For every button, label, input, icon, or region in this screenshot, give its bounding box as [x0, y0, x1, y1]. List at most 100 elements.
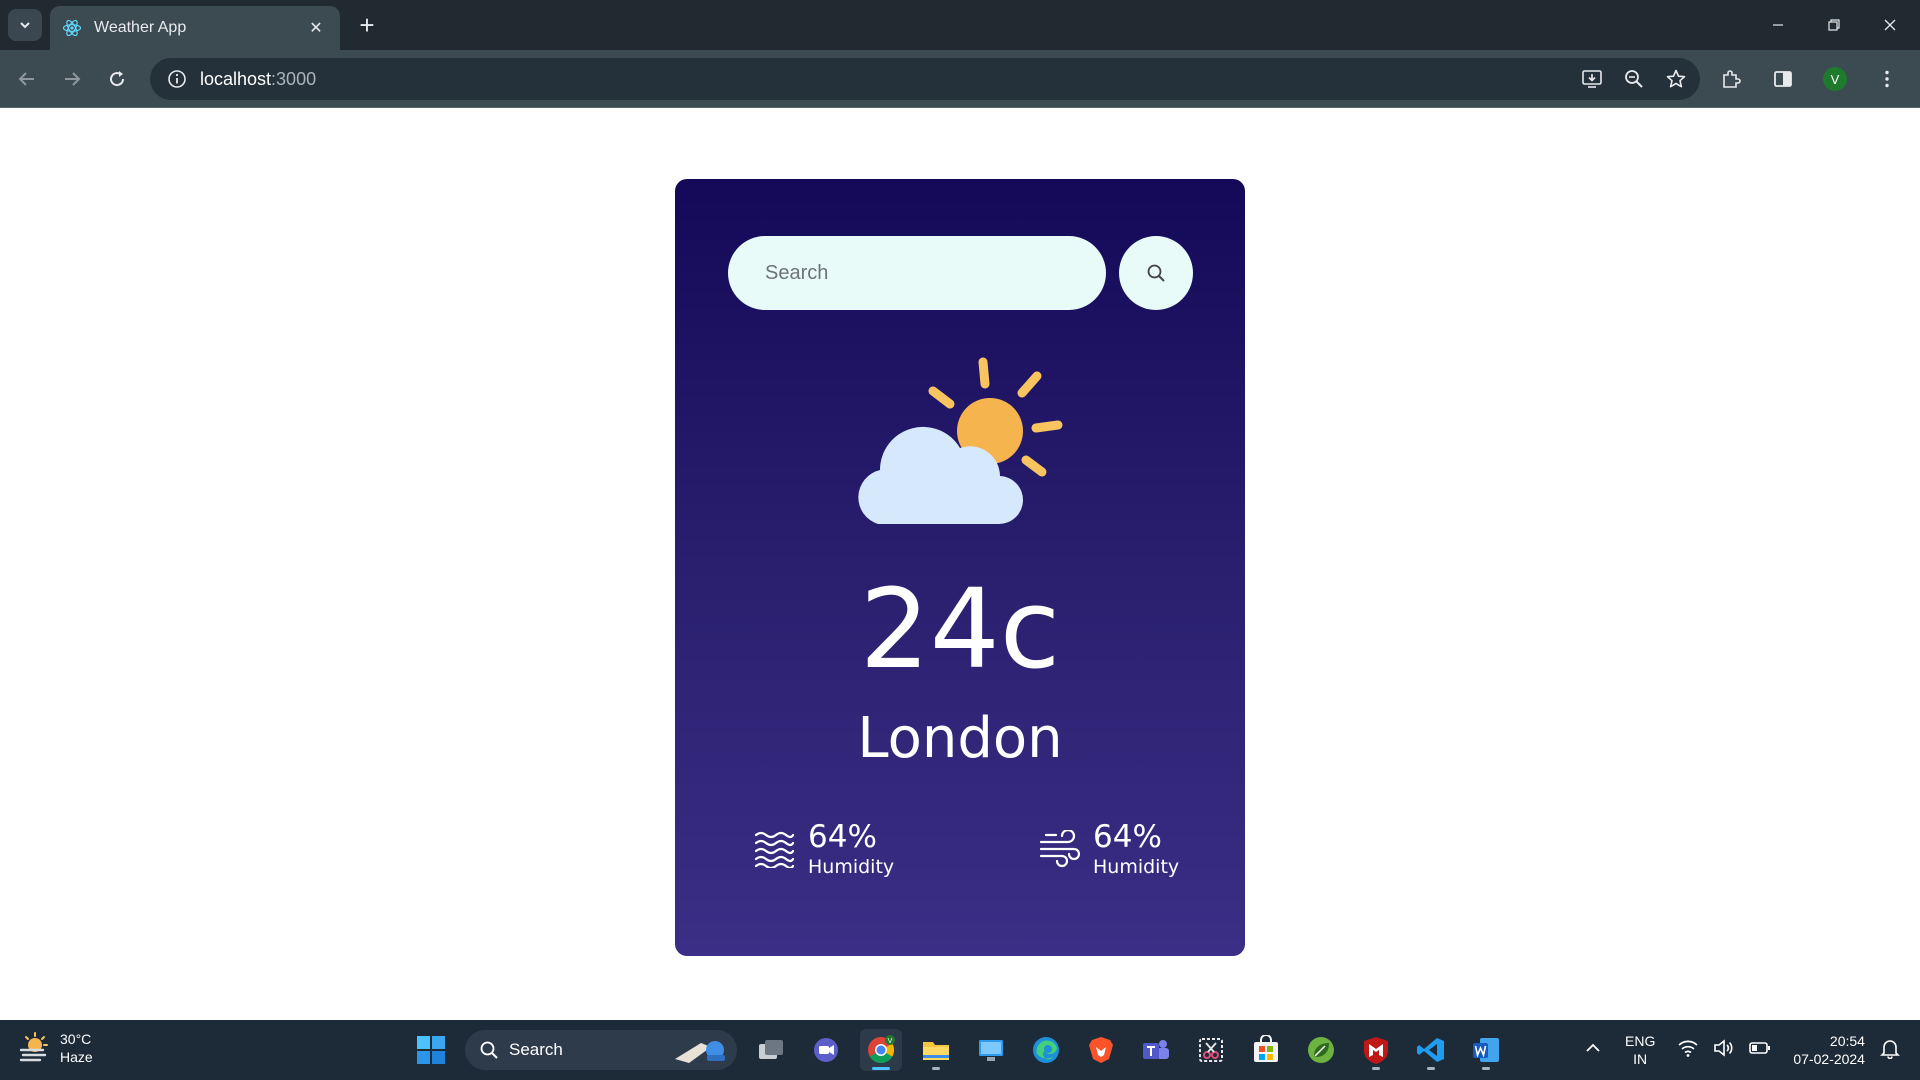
battery-icon[interactable]	[1749, 1038, 1771, 1063]
running-indicator	[1372, 1067, 1380, 1070]
chrome-button[interactable]: V	[860, 1029, 902, 1071]
store-button[interactable]	[1245, 1029, 1287, 1071]
svg-text:V: V	[888, 1038, 893, 1045]
remote-desktop-button[interactable]	[970, 1029, 1012, 1071]
temperature: 24c	[859, 565, 1061, 693]
file-explorer-button[interactable]	[915, 1029, 957, 1071]
taskbar-search-label: Search	[509, 1040, 563, 1059]
search-icon	[1147, 264, 1165, 282]
language-indicator[interactable]: ENG IN	[1625, 1032, 1655, 1068]
spring-button[interactable]	[1300, 1029, 1342, 1071]
store-icon	[1254, 1035, 1278, 1062]
search-highlight-icon	[675, 1041, 725, 1063]
react-icon	[62, 18, 82, 38]
humidity-label: Humidity	[808, 856, 895, 878]
profile-button[interactable]: V	[1819, 63, 1851, 95]
taskbar-weather-widget[interactable]: 30°C Haze	[18, 1030, 93, 1066]
url-port: :3000	[271, 68, 317, 89]
browser-tab[interactable]: Weather App ✕	[50, 6, 340, 50]
close-window-button[interactable]	[1862, 0, 1918, 50]
word-icon	[1473, 1038, 1499, 1062]
url-host: localhost	[200, 68, 272, 89]
active-indicator	[872, 1067, 890, 1070]
remote-desktop-icon	[979, 1040, 1003, 1061]
vscode-icon	[1417, 1038, 1444, 1062]
wind-value: 64%	[1093, 819, 1162, 855]
edge-icon	[1033, 1037, 1059, 1063]
partly-cloudy-icon	[858, 357, 1063, 525]
word-button[interactable]	[1465, 1029, 1507, 1071]
address-bar[interactable]: localhost:3000	[150, 58, 1700, 100]
search-icon	[480, 1041, 498, 1059]
tab-search-button[interactable]	[8, 9, 42, 41]
back-button[interactable]	[10, 62, 44, 96]
restore-icon	[1828, 19, 1840, 31]
clock[interactable]: 20:54 07-02-2024	[1793, 1032, 1865, 1068]
file-explorer-icon	[923, 1042, 949, 1060]
language-code: ENG	[1625, 1033, 1656, 1049]
chevron-down-icon	[20, 22, 30, 29]
edge-button[interactable]	[1025, 1029, 1067, 1071]
bookmark-star-icon[interactable]	[1662, 65, 1690, 93]
clock-time: 20:54	[1829, 1033, 1865, 1049]
arrow-left-icon	[18, 72, 34, 86]
spring-leaf-icon	[1308, 1037, 1334, 1063]
taskbar-weather-temp: 30°C	[60, 1031, 92, 1047]
avatar: V	[1823, 67, 1847, 91]
close-icon	[1884, 19, 1896, 31]
search-input[interactable]	[728, 236, 1106, 310]
meet-button[interactable]	[805, 1029, 847, 1071]
clock-date: 07-02-2024	[1793, 1051, 1865, 1067]
tab-title: Weather App	[94, 19, 187, 36]
humidity-stat: 64% Humidity	[752, 819, 894, 879]
chrome-icon: V	[868, 1035, 895, 1064]
mcafee-icon	[1364, 1037, 1388, 1064]
task-view-button[interactable]	[750, 1029, 792, 1071]
brave-button[interactable]	[1080, 1029, 1122, 1071]
mcafee-button[interactable]	[1355, 1029, 1397, 1071]
brave-icon	[1089, 1037, 1113, 1063]
arrow-right-icon	[65, 72, 81, 86]
running-indicator	[932, 1067, 940, 1070]
browser-toolbar: localhost:3000 V	[0, 50, 1920, 108]
wind-label: Humidity	[1093, 856, 1180, 878]
snipping-tool-button[interactable]	[1190, 1029, 1232, 1071]
close-tab-icon[interactable]: ✕	[304, 16, 328, 40]
restore-button[interactable]	[1806, 0, 1862, 50]
meet-icon	[814, 1038, 838, 1062]
notification-icon[interactable]	[1879, 1037, 1901, 1064]
humidity-value: 64%	[808, 819, 877, 855]
new-tab-button[interactable]: +	[352, 10, 382, 40]
install-app-icon[interactable]	[1578, 65, 1606, 93]
extensions-icon[interactable]	[1715, 63, 1747, 95]
wind-stat: 64% Humidity	[1037, 819, 1179, 879]
more-menu-icon[interactable]	[1871, 63, 1903, 95]
system-tray: ENG IN 20:54 07-02-2024	[1583, 1028, 1901, 1072]
teams-button[interactable]	[1135, 1029, 1177, 1071]
snipping-tool-icon	[1199, 1038, 1223, 1062]
humidity-waves-icon	[752, 827, 796, 871]
weather-card: 24c London 64% Humidity 64% Humidity	[675, 179, 1245, 956]
taskbar: 30°C Haze Search V ENG IN 20:54 07-02-20…	[0, 1020, 1920, 1080]
reload-button[interactable]	[100, 62, 134, 96]
chevron-up-icon[interactable]	[1583, 1038, 1603, 1063]
region-code: IN	[1633, 1051, 1648, 1067]
task-view-icon	[759, 1040, 783, 1059]
city-name: London	[857, 706, 1063, 771]
zoom-icon[interactable]	[1620, 65, 1648, 93]
minimize-icon	[1773, 24, 1783, 26]
running-indicator	[1427, 1067, 1435, 1070]
vscode-button[interactable]	[1410, 1029, 1452, 1071]
reload-icon	[110, 71, 125, 87]
minimize-button[interactable]	[1750, 0, 1806, 50]
forward-button[interactable]	[55, 62, 89, 96]
teams-icon	[1143, 1040, 1169, 1059]
running-indicator	[1482, 1067, 1490, 1070]
search-button[interactable]	[1119, 236, 1193, 310]
taskbar-search[interactable]: Search	[465, 1030, 737, 1070]
wifi-icon[interactable]	[1677, 1038, 1699, 1063]
side-panel-icon[interactable]	[1767, 63, 1799, 95]
volume-icon[interactable]	[1713, 1038, 1735, 1063]
site-info-icon[interactable]	[164, 66, 190, 92]
start-button[interactable]	[410, 1029, 452, 1071]
